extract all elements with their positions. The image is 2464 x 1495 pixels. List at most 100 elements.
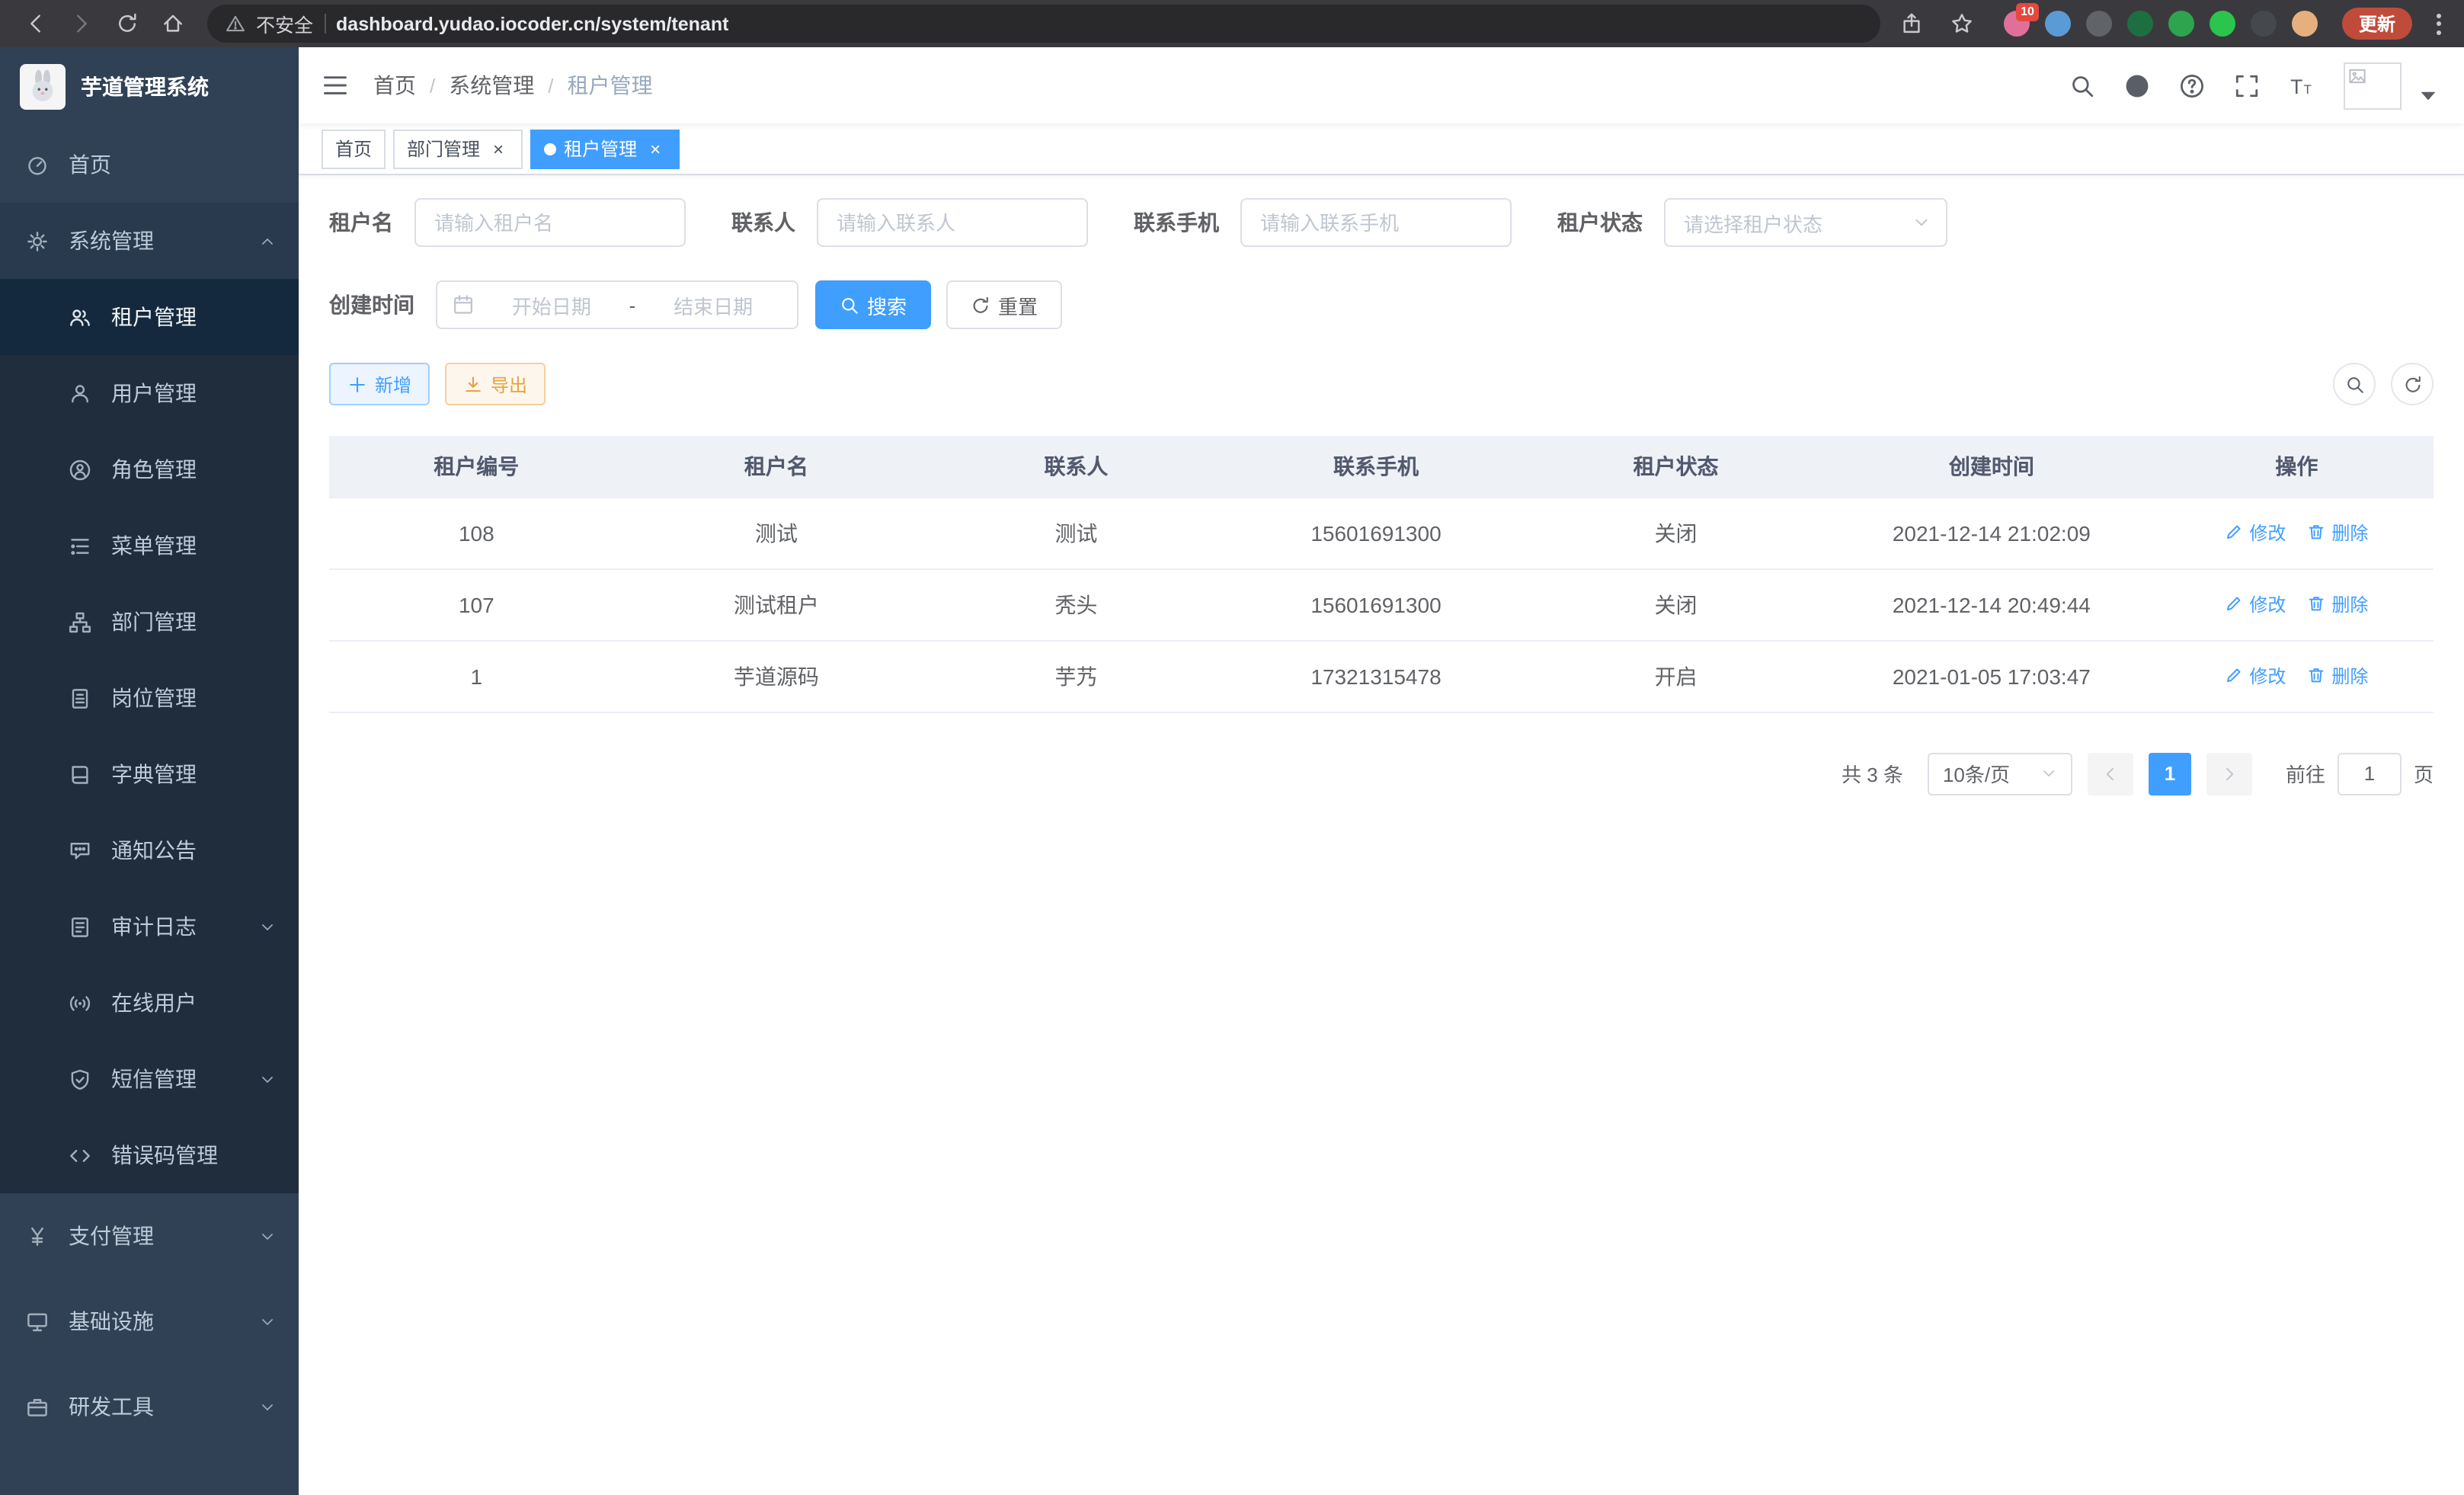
sidebar-item-menu[interactable]: 菜单管理 bbox=[0, 507, 299, 584]
delete-button[interactable]: 删除 bbox=[2307, 663, 2368, 689]
sidebar-item-infra[interactable]: 基础设施 bbox=[0, 1279, 299, 1364]
browser-reload-button[interactable] bbox=[107, 4, 146, 43]
browser-forward-button[interactable] bbox=[61, 4, 101, 43]
rabbit-logo-icon bbox=[23, 67, 62, 107]
table-header-row: 租户编号 租户名 联系人 联系手机 租户状态 创建时间 操作 bbox=[329, 436, 2434, 497]
tag-0[interactable]: 首页 bbox=[322, 129, 386, 168]
github-icon bbox=[2124, 72, 2150, 98]
pagination: 共 3 条 10条/页 1 前往 页 bbox=[329, 752, 2434, 795]
help-button[interactable] bbox=[2179, 72, 2205, 98]
refresh-table-button[interactable] bbox=[2391, 363, 2434, 405]
chevron-down-icon bbox=[259, 1228, 276, 1244]
header-search-button[interactable] bbox=[2069, 72, 2095, 98]
delete-button[interactable]: 删除 bbox=[2307, 520, 2368, 546]
sidebar-item-label: 错误码管理 bbox=[111, 1140, 218, 1170]
page-size-select[interactable]: 10条/页 bbox=[1928, 752, 2072, 795]
sidebar-item-label: 通知公告 bbox=[111, 835, 197, 866]
sidebar-item-dept[interactable]: 部门管理 bbox=[0, 584, 299, 660]
extension-dots-icon[interactable]: 10 bbox=[2004, 11, 2030, 37]
sidebar-item-user[interactable]: 用户管理 bbox=[0, 355, 299, 431]
edit-button[interactable]: 修改 bbox=[2225, 591, 2286, 617]
edit-icon bbox=[2225, 595, 2243, 613]
browser-back-button[interactable] bbox=[15, 4, 55, 43]
github-button[interactable] bbox=[2124, 72, 2150, 98]
breadcrumb-item-system[interactable]: 系统管理 bbox=[449, 70, 534, 101]
search-button-label: 搜索 bbox=[867, 290, 907, 319]
sidebar-item-post[interactable]: 岗位管理 bbox=[0, 660, 299, 736]
sidebar-item-dict[interactable]: 字典管理 bbox=[0, 736, 299, 812]
search-button[interactable]: 搜索 bbox=[815, 280, 931, 329]
extension-plug-icon[interactable] bbox=[2251, 11, 2277, 37]
browser-menu-kebab-icon[interactable] bbox=[2429, 13, 2449, 34]
reset-button[interactable]: 重置 bbox=[946, 280, 1062, 329]
code-icon bbox=[69, 1144, 91, 1167]
sidebar-item-system[interactable]: 系统管理 bbox=[0, 203, 299, 279]
chevron-down-icon bbox=[259, 1313, 276, 1330]
sidebar-item-error-code[interactable]: 错误码管理 bbox=[0, 1117, 299, 1193]
extension-face-icon[interactable] bbox=[2292, 11, 2318, 37]
create-time-range-picker[interactable]: 开始日期 - 结束日期 bbox=[436, 280, 798, 329]
document-icon bbox=[69, 915, 91, 938]
date-range-separator: - bbox=[629, 293, 636, 316]
contact-input[interactable] bbox=[817, 198, 1088, 247]
hamburger-icon[interactable] bbox=[322, 72, 349, 99]
mobile-input[interactable] bbox=[1240, 198, 1512, 247]
sidebar-item-audit-log[interactable]: 审计日志 bbox=[0, 888, 299, 965]
sidebar-item-dev-tool[interactable]: 研发工具 bbox=[0, 1364, 299, 1449]
fullscreen-button[interactable] bbox=[2234, 72, 2260, 98]
toggle-search-button[interactable] bbox=[2333, 363, 2376, 405]
star-icon bbox=[1951, 12, 1974, 35]
sidebar-item-home[interactable]: 首页 bbox=[0, 126, 299, 203]
column-header-actions: 操作 bbox=[2160, 436, 2434, 497]
caret-down-icon[interactable] bbox=[2415, 82, 2441, 107]
address-bar[interactable]: 不安全 dashboard.yudao.iocoder.cn/system/te… bbox=[207, 5, 1880, 43]
tag-1[interactable]: 部门管理× bbox=[393, 129, 523, 168]
breadcrumb-separator: / bbox=[548, 74, 553, 97]
edit-button[interactable]: 修改 bbox=[2225, 663, 2286, 689]
prev-page-button[interactable] bbox=[2088, 752, 2133, 795]
bookmark-button[interactable] bbox=[1946, 4, 1979, 43]
reload-icon bbox=[115, 12, 138, 35]
tenant-name-input[interactable] bbox=[414, 198, 686, 247]
extension-drop-icon[interactable] bbox=[2045, 11, 2071, 37]
page-unit-label: 页 bbox=[2414, 759, 2434, 788]
sidebar-item-notice[interactable]: 通知公告 bbox=[0, 812, 299, 888]
export-button[interactable]: 导出 bbox=[445, 363, 546, 405]
chevron-down-icon bbox=[259, 1071, 276, 1087]
delete-icon bbox=[2307, 667, 2325, 685]
breadcrumb-item-home[interactable]: 首页 bbox=[373, 70, 416, 101]
tag-close-icon[interactable]: × bbox=[488, 138, 509, 159]
edit-label: 修改 bbox=[2249, 591, 2286, 617]
browser-home-button[interactable] bbox=[152, 4, 192, 43]
tag-label: 首页 bbox=[335, 136, 372, 162]
current-page[interactable]: 1 bbox=[2149, 752, 2191, 795]
app-logo[interactable]: 芋道管理系统 bbox=[0, 47, 299, 126]
browser-update-button[interactable]: 更新 bbox=[2342, 8, 2412, 40]
goto-page-input[interactable] bbox=[2338, 752, 2402, 795]
extension-sphere-icon[interactable] bbox=[2086, 11, 2112, 37]
edit-icon bbox=[2225, 523, 2243, 542]
sidebar-item-online-user[interactable]: 在线用户 bbox=[0, 965, 299, 1041]
tag-2[interactable]: 租户管理× bbox=[530, 129, 680, 168]
font-size-button[interactable]: TT bbox=[2289, 72, 2315, 98]
sidebar-item-label: 字典管理 bbox=[111, 759, 197, 789]
share-button[interactable] bbox=[1896, 4, 1929, 43]
add-button[interactable]: 新增 bbox=[329, 363, 430, 405]
delete-button[interactable]: 删除 bbox=[2307, 591, 2368, 617]
extension-chat-icon[interactable] bbox=[2210, 11, 2235, 37]
sidebar-item-role[interactable]: 角色管理 bbox=[0, 431, 299, 507]
chevron-up-icon bbox=[259, 232, 276, 249]
add-button-label: 新增 bbox=[375, 371, 411, 397]
status-select[interactable]: 请选择租户状态 bbox=[1664, 198, 1947, 247]
sidebar-item-sms[interactable]: 短信管理 bbox=[0, 1041, 299, 1117]
sidebar-item-tenant[interactable]: 租户管理 bbox=[0, 279, 299, 355]
avatar[interactable] bbox=[2344, 62, 2402, 109]
mobile-label: 联系手机 bbox=[1134, 207, 1219, 238]
tag-close-icon[interactable]: × bbox=[645, 138, 666, 159]
extension-darkgreen-circle-icon[interactable] bbox=[2127, 11, 2153, 37]
next-page-button[interactable] bbox=[2206, 752, 2252, 795]
toolbar-right bbox=[2333, 363, 2434, 405]
sidebar-item-pay[interactable]: 支付管理 bbox=[0, 1193, 299, 1279]
extension-green-circle-icon[interactable] bbox=[2168, 11, 2194, 37]
edit-button[interactable]: 修改 bbox=[2225, 520, 2286, 546]
